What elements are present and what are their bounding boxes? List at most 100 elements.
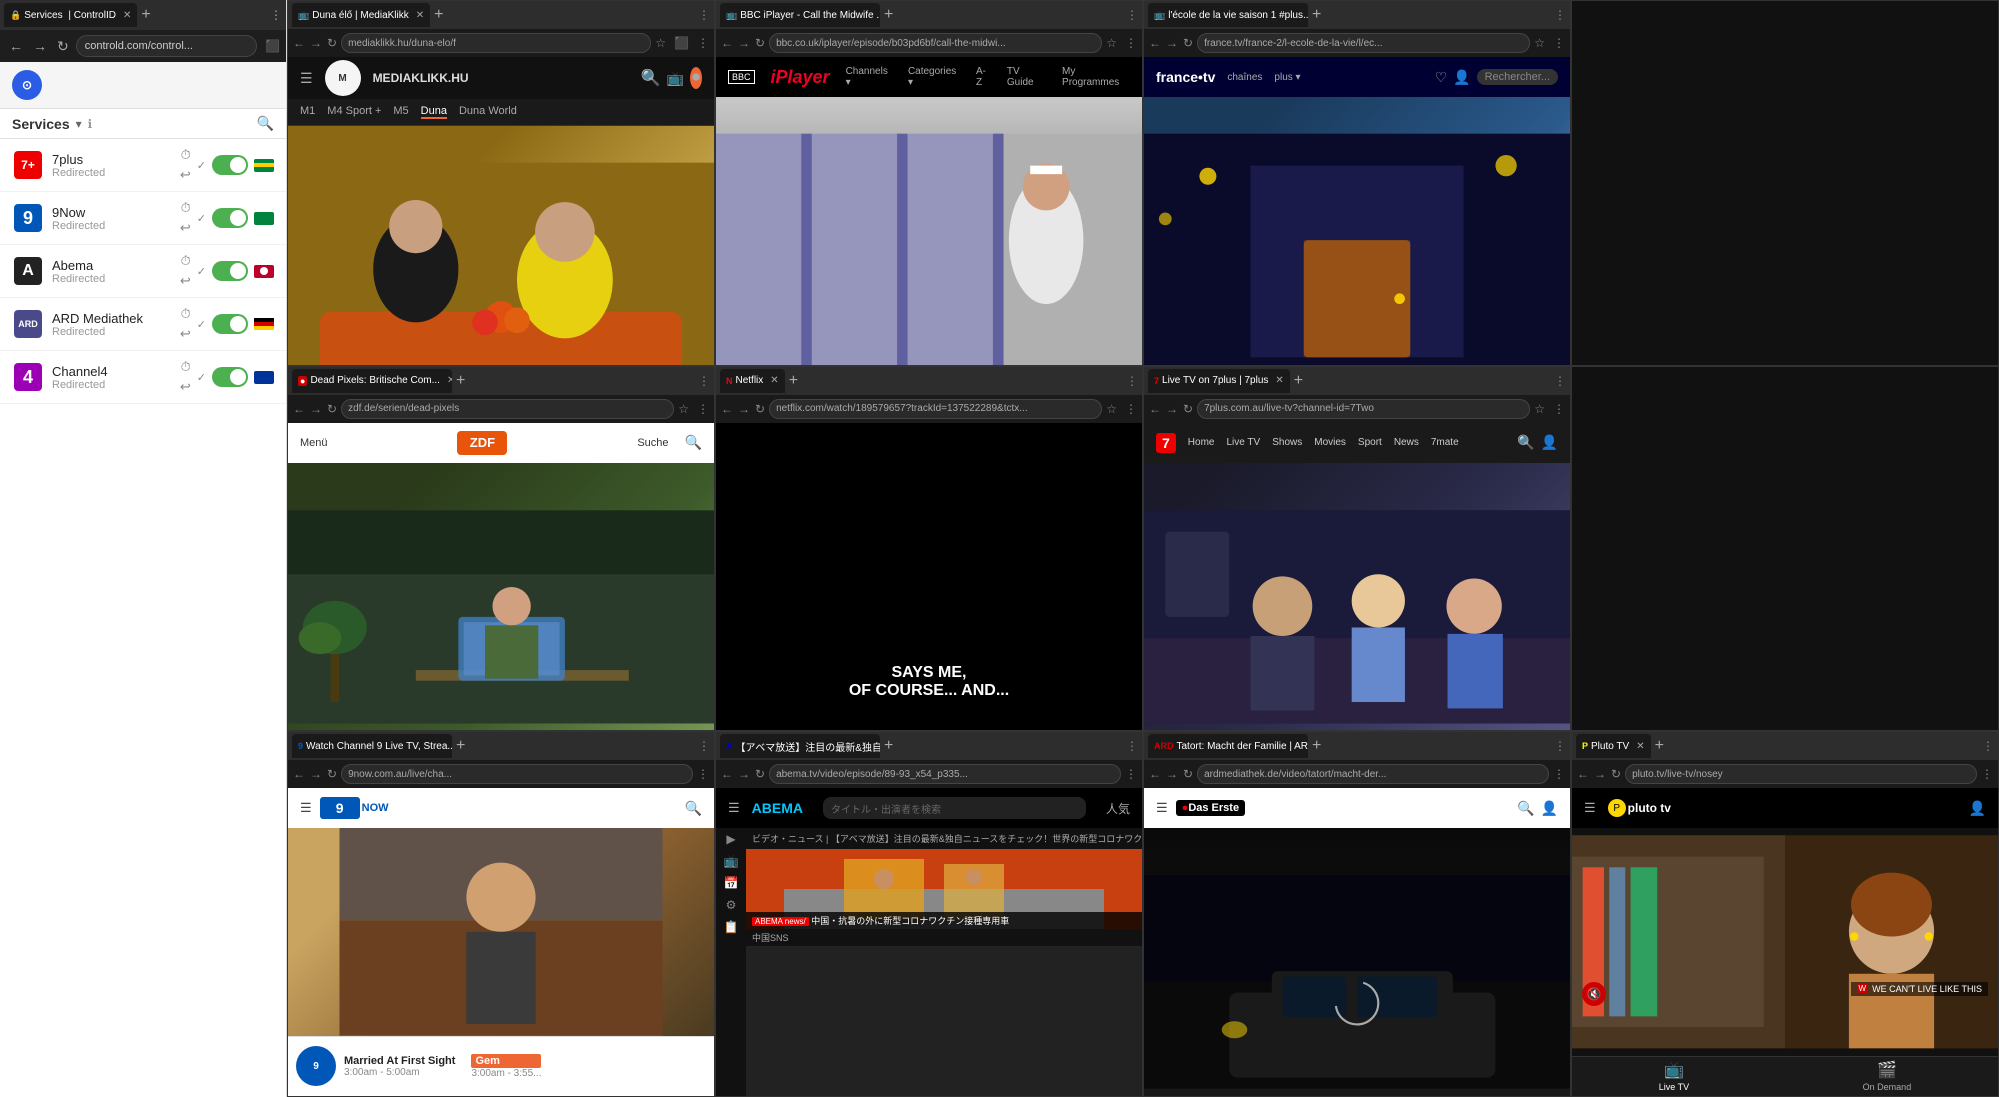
tab-add-zdf[interactable]: +	[452, 372, 469, 390]
francetv-more-icon[interactable]: ⋮	[1554, 8, 1566, 22]
reload-icon-6[interactable]: ↻	[1182, 402, 1194, 416]
check-icon-channel4[interactable]: ✓	[197, 371, 206, 384]
fwd-icon[interactable]: →	[309, 36, 323, 50]
nav-categories[interactable]: Categories ▾	[908, 66, 960, 88]
clock-icon-ard[interactable]: ⏱	[181, 306, 191, 322]
star-icon-2[interactable]: ☆	[1105, 36, 1118, 50]
nav-m4sport[interactable]: M4 Sport +	[327, 105, 381, 119]
back-icon-5[interactable]: ←	[720, 402, 734, 416]
more-icon-2[interactable]: ⋮	[1124, 36, 1138, 50]
tab-mediaklikk[interactable]: 📺 Duna élő | MediaKlikk ✕	[292, 3, 430, 27]
tab-pluto[interactable]: P Pluto TV ✕	[1576, 734, 1651, 758]
reload-icon-4[interactable]: ↻	[326, 402, 338, 416]
iplayer-more-icon[interactable]: ⋮	[1126, 8, 1138, 22]
tab-francetv[interactable]: 📺 l'école de la vie saison 1 #plus... ✕	[1148, 3, 1308, 27]
fwd-icon-10[interactable]: →	[1593, 767, 1607, 781]
tab-7plus-close[interactable]: ✕	[1275, 375, 1283, 386]
tab-add-netflix[interactable]: +	[785, 372, 802, 390]
ard-search-icon[interactable]: 🔍	[1517, 800, 1534, 817]
7plus-user-icon[interactable]: 👤	[1541, 434, 1558, 451]
zdf-search-icon[interactable]: 🔍	[685, 434, 702, 451]
clock-icon-7plus[interactable]: ⏱	[181, 147, 191, 163]
services-search-icon[interactable]: 🔍	[257, 115, 274, 132]
nav-tvguide[interactable]: TV Guide	[1007, 66, 1046, 88]
more-icon-3[interactable]: ⋮	[1552, 36, 1566, 50]
fwd-icon-8[interactable]: →	[737, 767, 751, 781]
nav-myprogrammes[interactable]: My Programmes	[1062, 66, 1130, 88]
hamburger-pluto[interactable]: ☰	[1584, 800, 1596, 816]
ard-user-icon[interactable]: 👤	[1541, 800, 1558, 817]
9now-address[interactable]: 9now.com.au/live/cha...	[341, 764, 693, 784]
fwd-icon-6[interactable]: →	[1165, 402, 1179, 416]
hamburger-9now[interactable]: ☰	[300, 800, 312, 816]
tab-mediaklikk-close[interactable]: ✕	[416, 10, 424, 21]
reload-button[interactable]: ↻	[54, 38, 72, 55]
redirect-icon-7plus[interactable]: ↩	[180, 167, 191, 183]
search-box[interactable]: Rechercher...	[1477, 69, 1558, 85]
tab-9now[interactable]: 9 Watch Channel 9 Live TV, Strea... ✕	[292, 734, 452, 758]
nav-chaines[interactable]: chaînes	[1227, 72, 1262, 83]
tab-add-abema[interactable]: +	[880, 737, 897, 755]
tab-add-mediaklikk[interactable]: +	[430, 6, 447, 24]
redirect-icon-abema[interactable]: ↩	[180, 273, 191, 289]
nav-az[interactable]: A-Z	[976, 66, 991, 88]
mediaklikk-address[interactable]: mediaklikk.hu/duna-elo/f	[341, 33, 651, 53]
iplayer-address[interactable]: bbc.co.uk/iplayer/episode/b03pd6bf/call-…	[769, 33, 1102, 53]
fwd-icon-5[interactable]: →	[737, 402, 751, 416]
star-icon-4[interactable]: ☆	[677, 402, 690, 416]
7plus-search-icon[interactable]: 🔍	[1517, 434, 1534, 451]
ext-icon[interactable]: ⬛	[673, 36, 690, 50]
tab-netflix[interactable]: N Netflix ✕	[720, 369, 785, 393]
reload-icon-5[interactable]: ↻	[754, 402, 766, 416]
nav-news[interactable]: News	[1394, 437, 1419, 448]
star-icon[interactable]: ☆	[654, 36, 667, 50]
forward-button[interactable]: →	[30, 38, 50, 54]
zdf-address[interactable]: zdf.de/serien/dead-pixels	[341, 399, 674, 419]
tab-zdf[interactable]: ● Dead Pixels: Britische Com... ✕	[292, 369, 452, 393]
ard-address[interactable]: ardmediathek.de/video/tatort/macht-der..…	[1197, 764, 1549, 784]
tab-add-iplayer[interactable]: +	[880, 6, 897, 24]
fwd-icon-4[interactable]: →	[309, 402, 323, 416]
pluto-more-icon[interactable]: ⋮	[1982, 739, 1994, 753]
more-icon-6[interactable]: ⋮	[1552, 402, 1566, 416]
clock-icon-abema[interactable]: ⏱	[181, 253, 191, 269]
search-icon[interactable]: 🔍	[641, 68, 661, 88]
reload-icon-3[interactable]: ↻	[1182, 36, 1194, 50]
netflix-address[interactable]: netflix.com/watch/189579657?trackId=1375…	[769, 399, 1102, 419]
abema-search[interactable]: タイトル・出演者を検索	[823, 797, 1086, 819]
tab-7plus[interactable]: 7 Live TV on 7plus | 7plus ✕	[1148, 369, 1290, 393]
reload-icon-8[interactable]: ↻	[754, 767, 766, 781]
toggle-channel4[interactable]	[212, 367, 248, 387]
more-icon[interactable]: ⋮	[696, 36, 710, 50]
mute-button[interactable]: 🔇	[1582, 982, 1606, 1006]
user-icon[interactable]: 👤	[1453, 69, 1470, 86]
reload-icon-2[interactable]: ↻	[754, 36, 766, 50]
fwd-icon-2[interactable]: →	[737, 36, 751, 50]
netflix-more-icon[interactable]: ⋮	[1126, 374, 1138, 388]
tab-iplayer[interactable]: 📺 BBC iPlayer - Call the Midwife ... ✕	[720, 3, 880, 27]
star-icon-6[interactable]: ☆	[1533, 402, 1546, 416]
browser-menu-icon[interactable]: ⋮	[270, 8, 282, 22]
star-icon-3[interactable]: ☆	[1533, 36, 1546, 50]
pluto-address[interactable]: pluto.tv/live-tv/nosey	[1625, 764, 1977, 784]
nav-channels[interactable]: Channels ▾	[846, 66, 892, 88]
more-icon-7[interactable]: ⋮	[696, 767, 710, 781]
nav-home[interactable]: Home	[1188, 437, 1215, 448]
fwd-icon-7[interactable]: →	[309, 767, 323, 781]
tab-services[interactable]: 🔒 Services | ControlID ✕	[4, 3, 137, 27]
cast-icon[interactable]: 📺	[667, 70, 684, 87]
tab-ard[interactable]: ARD Tatort: Macht der Familie | ARD ... …	[1148, 734, 1308, 758]
redirect-icon-channel4[interactable]: ↩	[180, 379, 191, 395]
abema-sidebar-icon1[interactable]: ▶	[726, 832, 735, 846]
pluto-user-icon[interactable]: 👤	[1969, 800, 1986, 817]
abema-sidebar-icon4[interactable]: ⚙	[726, 898, 737, 912]
zdf-search[interactable]: Suche	[637, 437, 668, 449]
hamburger-icon[interactable]: ☰	[300, 70, 313, 87]
nav-livetv[interactable]: Live TV	[1226, 437, 1260, 448]
back-button[interactable]: ←	[6, 38, 26, 54]
address-bar[interactable]: controld.com/control...	[76, 35, 257, 57]
7plus-more-icon[interactable]: ⋮	[1554, 374, 1566, 388]
tab-abema[interactable]: A 【アベマ放送】注目の最新&独自ニュー... ✕	[720, 734, 880, 758]
more-icon-10[interactable]: ⋮	[1980, 767, 1994, 781]
services-dropdown-icon[interactable]: ▾	[76, 117, 82, 131]
